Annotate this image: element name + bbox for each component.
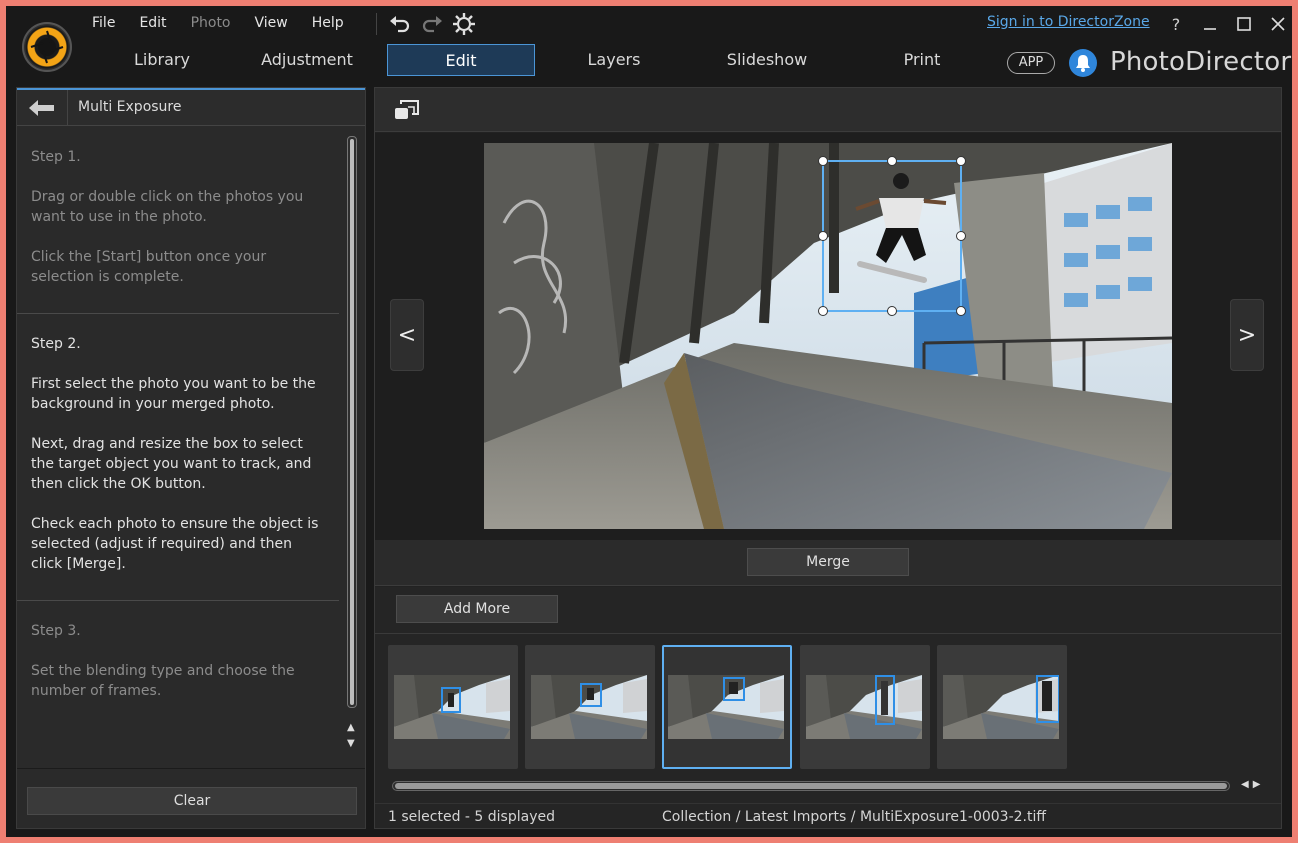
undo-icon[interactable]	[388, 12, 412, 36]
thumbnail-3-selected[interactable]	[662, 645, 792, 769]
notification-bell-icon[interactable]	[1069, 49, 1097, 77]
step-text: Check each photo to ensure the object is…	[31, 516, 319, 572]
menu-file[interactable]: File	[92, 12, 115, 34]
header-divider	[67, 90, 68, 126]
fit-to-window-icon[interactable]	[393, 98, 421, 126]
scroll-arrows: ▲ ▼	[347, 720, 355, 752]
brand-name: PhotoDirector	[1110, 47, 1292, 77]
next-photo-button[interactable]: >	[1230, 299, 1264, 371]
scroll-down-icon[interactable]: ▼	[347, 736, 355, 752]
panel-divider	[17, 768, 365, 769]
maximize-icon[interactable]	[1232, 12, 1256, 36]
merge-bar: Merge	[375, 540, 1281, 586]
step-heading: Step 3.	[31, 623, 81, 639]
panel-header: Multi Exposure	[17, 88, 365, 126]
thumbnail-1[interactable]	[388, 645, 518, 769]
menu-photo: Photo	[190, 15, 231, 31]
step-text: Set the blending type and choose the num…	[31, 663, 295, 699]
menu-separator	[376, 13, 377, 35]
settings-gear-icon[interactable]	[452, 12, 476, 36]
step-3: Step 3. Set the blending type and choose…	[17, 601, 339, 701]
step-text: Next, drag and resize the box to select …	[31, 436, 312, 492]
tab-adjustment[interactable]: Adjustment	[233, 44, 381, 76]
filmstrip-scrollbar[interactable]	[392, 781, 1230, 791]
strip-divider	[375, 633, 1281, 634]
menu-view[interactable]: View	[255, 12, 288, 34]
thumbnail-5[interactable]	[937, 645, 1067, 769]
help-button[interactable]: ?	[1164, 12, 1188, 36]
tab-print[interactable]: Print	[848, 44, 996, 76]
merge-button[interactable]: Merge	[747, 548, 909, 576]
app-button[interactable]: APP	[1007, 52, 1055, 74]
main-photo	[484, 143, 1172, 529]
photodirector-window: File Edit Photo View Help Sign in to Dir…	[6, 6, 1292, 837]
filmstrip-scroll-thumb[interactable]	[395, 783, 1227, 789]
add-more-button[interactable]: Add More	[396, 595, 558, 623]
tab-library[interactable]: Library	[88, 44, 236, 76]
panel-title: Multi Exposure	[78, 99, 182, 115]
scroll-left-icon[interactable]: ◀	[1241, 779, 1253, 790]
menu-edit[interactable]: Edit	[139, 12, 166, 34]
quick-tools	[388, 12, 476, 36]
steps-list: Step 1. Drag or double click on the phot…	[17, 127, 339, 765]
multi-exposure-panel: Multi Exposure Step 1. Drag or double cl…	[16, 87, 366, 829]
panel-scrollbar[interactable]	[347, 136, 357, 708]
selection-count: 1 selected - 5 displayed	[388, 809, 555, 825]
scrollbar-thumb[interactable]	[350, 139, 354, 705]
thumbnail-4[interactable]	[800, 645, 930, 769]
step-text: First select the photo you want to be th…	[31, 376, 316, 412]
tab-slideshow[interactable]: Slideshow	[693, 44, 841, 76]
window-controls: ?	[1164, 12, 1290, 36]
tab-edit[interactable]: Edit	[387, 44, 535, 76]
back-arrow-icon[interactable]	[27, 98, 57, 118]
minimize-icon[interactable]	[1198, 12, 1222, 36]
photo-viewer: < >	[375, 133, 1281, 540]
menu-bar: File Edit Photo View Help	[92, 12, 368, 34]
viewer-toolbar	[375, 88, 1281, 132]
step-text: Drag or double click on the photos you w…	[31, 189, 304, 225]
redo-icon	[422, 16, 442, 33]
filmstrip-scroll-arrows: ◀▶	[1241, 779, 1264, 790]
step-text: Click the [Start] button once your selec…	[31, 249, 267, 285]
step-1: Step 1. Drag or double click on the phot…	[17, 127, 339, 314]
clear-button[interactable]: Clear	[27, 787, 357, 815]
filmstrip-area: Add More ◀▶ 1 selected - 5 displayed Col…	[375, 587, 1281, 828]
menu-help[interactable]: Help	[312, 12, 344, 34]
step-2: Step 2. First select the photo you want …	[17, 314, 339, 601]
close-icon[interactable]	[1266, 12, 1290, 36]
status-divider	[375, 803, 1281, 804]
scroll-up-icon[interactable]: ▲	[347, 720, 355, 736]
sign-in-link[interactable]: Sign in to DirectorZone	[987, 14, 1150, 30]
scroll-right-icon[interactable]: ▶	[1253, 779, 1265, 790]
main-workspace: < > Merge Add More ◀▶ 1 selected - 5 dis…	[374, 87, 1282, 829]
file-path: Collection / Latest Imports / MultiExpos…	[662, 809, 1047, 825]
step-heading: Step 1.	[31, 149, 81, 165]
prev-photo-button[interactable]: <	[390, 299, 424, 371]
step-heading: Step 2.	[31, 336, 81, 352]
tab-layers[interactable]: Layers	[540, 44, 688, 76]
thumbnail-2[interactable]	[525, 645, 655, 769]
photodirector-logo-icon	[22, 22, 72, 72]
